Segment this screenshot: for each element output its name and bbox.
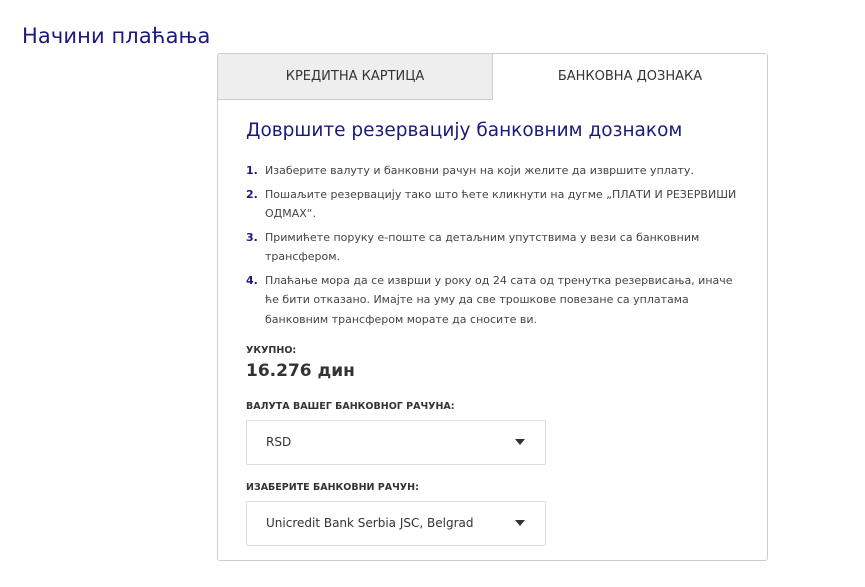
payment-tabs: КРЕДИТНА КАРТИЦА БАНКОВНА ДОЗНАКА — [218, 54, 767, 101]
total-amount: 16.276 дин — [246, 361, 355, 381]
bank-account-label: ИЗАБЕРИТЕ БАНКОВНИ РАЧУН: — [246, 482, 419, 493]
step-item: 3. Примићете поруку е-поште са детаљним … — [246, 228, 741, 267]
currency-selected-value: RSD — [266, 435, 292, 449]
section-title: Довршите резервацију банковним дознаком — [246, 120, 683, 141]
step-item: 1. Изаберите валуту и банковни рачун на … — [246, 161, 741, 181]
bank-transfer-content: Довршите резервацију банковним дознаком … — [246, 120, 746, 546]
bank-account-select[interactable]: Unicredit Bank Serbia JSC, Belgrad — [246, 501, 546, 546]
currency-label: ВАЛУТА ВАШЕГ БАНКОВНОГ РАЧУНА: — [246, 401, 455, 412]
step-text: Плаћање мора да се изврши у року од 24 с… — [265, 273, 733, 326]
step-item: 4. Плаћање мора да се изврши у року од 2… — [246, 271, 741, 330]
tab-bank-transfer[interactable]: БАНКОВНА ДОЗНАКА — [493, 54, 767, 100]
page-title: Начини плаћања — [22, 24, 211, 49]
step-text: Изаберите валуту и банковни рачун на кој… — [265, 164, 694, 177]
step-item: 2. Пошаљите резервацију тако што ћете кл… — [246, 185, 741, 224]
step-text: Примићете поруку е-поште са детаљним упу… — [265, 230, 700, 264]
caret-down-icon — [515, 439, 525, 445]
step-number: 2. — [246, 187, 258, 201]
caret-down-icon — [515, 520, 525, 526]
step-number: 4. — [246, 273, 258, 287]
payment-methods-panel: КРЕДИТНА КАРТИЦА БАНКОВНА ДОЗНАКА Доврши… — [217, 53, 768, 561]
step-number: 1. — [246, 164, 258, 177]
currency-select[interactable]: RSD — [246, 420, 546, 465]
step-text: Пошаљите резервацију тако што ћете кликн… — [265, 187, 737, 221]
total-label: УКУПНО: — [246, 345, 297, 356]
tab-credit-card[interactable]: КРЕДИТНА КАРТИЦА — [218, 54, 493, 100]
instruction-steps: 1. Изаберите валуту и банковни рачун на … — [246, 161, 741, 329]
bank-account-selected-value: Unicredit Bank Serbia JSC, Belgrad — [266, 516, 474, 530]
step-number: 3. — [246, 230, 258, 244]
